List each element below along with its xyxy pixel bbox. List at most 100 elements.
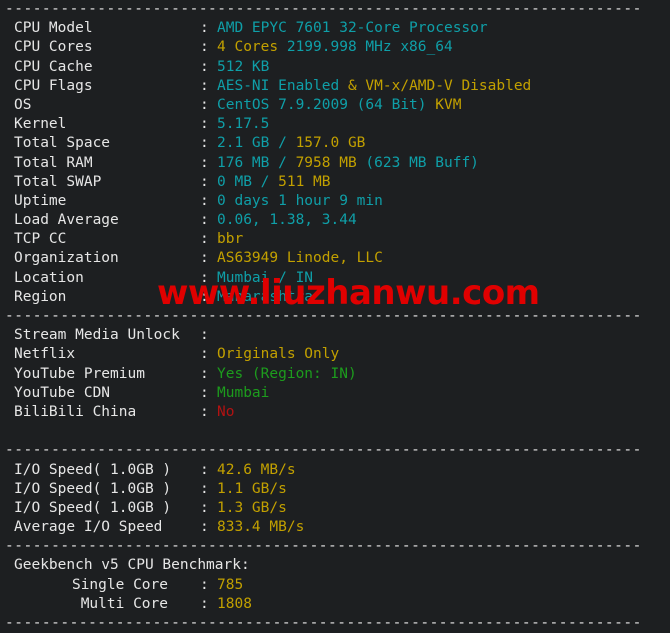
system-info-value: VM-x/AMD-V Disabled (365, 77, 532, 94)
row-colon: : (200, 154, 209, 171)
system-info-value: 7958 MB (295, 154, 357, 171)
system-info-value: Mumbai / IN (217, 269, 314, 286)
system-info-value: 2.1 GB / (217, 135, 296, 152)
row-colon: : (200, 116, 209, 133)
system-info-label: Load Average (14, 212, 119, 229)
system-info-label: TCP CC (14, 231, 67, 248)
separator-dashes: ----------------------------------------… (5, 538, 642, 555)
system-info-label: Organization (14, 250, 119, 267)
geekbench-heading: Geekbench v5 CPU Benchmark: (14, 557, 250, 574)
row-colon: : (200, 173, 209, 190)
system-info-value: 511 MB (278, 173, 331, 190)
row-colon: : (200, 77, 209, 94)
stream-unlock-label: BiliBili China (14, 403, 137, 420)
row-colon: : (200, 519, 209, 536)
geekbench-section: Geekbench v5 CPU Benchmark: Single Core:7… (0, 556, 670, 614)
system-info-label: Uptime (14, 192, 67, 209)
system-info-value: 0 days 1 hour 9 min (217, 192, 383, 209)
row-colon: : (200, 96, 209, 113)
row-colon: : (200, 288, 209, 305)
system-info-value: (623 MB Buff) (356, 154, 479, 171)
stream-unlock-value: Originals Only (217, 346, 340, 363)
stream-unlock-value: Mumbai (217, 384, 270, 401)
system-info-value: 512 KB (217, 58, 270, 75)
system-info-value: 176 MB / (217, 154, 296, 171)
system-info-value: 5.17.5 (217, 116, 270, 133)
system-info-label: CPU Model (14, 20, 93, 37)
row-colon: : (200, 269, 209, 286)
row-colon: : (200, 480, 209, 497)
stream-unlock-row: YouTube CDN: Mumbai (0, 384, 670, 403)
io-speed-value: 833.4 MB/s (217, 519, 305, 536)
row-colon: : (200, 250, 209, 267)
system-info-value: & (339, 77, 366, 94)
io-speed-row: Average I/O Speed:833.4 MB/s (0, 518, 670, 537)
stream-unlock-label: YouTube Premium (14, 365, 145, 382)
stream-unlock-row: Stream Media Unlock: (0, 326, 670, 345)
row-colon: : (200, 135, 209, 152)
geekbench-row: Single Core:785 (0, 576, 670, 595)
system-info-section: CPU Model: AMD EPYC 7601 32-Core Processo… (0, 19, 670, 307)
separator-dashes: ----------------------------------------… (5, 308, 642, 324)
system-info-label: Total Space (14, 135, 111, 152)
row-colon: : (200, 461, 209, 478)
system-info-row: Organization: AS63949 Linode, LLC (0, 249, 670, 268)
io-speed-row: I/O Speed( 1.0GB ):1.3 GB/s (0, 499, 670, 518)
stream-unlock-row: YouTube Premium: Yes (Region: IN) (0, 365, 670, 384)
row-colon: : (200, 192, 209, 209)
system-info-value: AMD EPYC 7601 32-Core Processor (217, 20, 488, 37)
separator-top: ----------------------------------------… (0, 0, 670, 19)
separator-bottom: ----------------------------------------… (0, 614, 670, 633)
system-info-label: Total SWAP (14, 173, 102, 190)
stream-unlock-label: Stream Media Unlock (14, 327, 180, 344)
system-info-value: AS63949 Linode, LLC (217, 250, 383, 267)
terminal-window: ----------------------------------------… (0, 0, 670, 631)
separator-dashes: ----------------------------------------… (5, 442, 642, 459)
geekbench-label: Multi Core (80, 595, 168, 612)
system-info-row: Total Space:2.1 GB / 157.0 GB (0, 134, 670, 153)
system-info-row: OS: CentOS 7.9.2009 (64 Bit) KVM (0, 96, 670, 115)
row-colon: : (200, 403, 209, 420)
io-speed-value: 1.1 GB/s (217, 480, 287, 497)
separator-io: ----------------------------------------… (0, 441, 670, 460)
system-info-label: CPU Flags (14, 77, 93, 94)
stream-unlock-section: Stream Media Unlock: Netflix: Originals On… (0, 326, 670, 422)
system-info-row: Location: Mumbai / IN (0, 269, 670, 288)
io-speed-value: 42.6 MB/s (217, 461, 296, 478)
separator-dashes: ----------------------------------------… (5, 615, 642, 631)
separator-dashes: ----------------------------------------… (5, 1, 642, 17)
geekbench-value: 1808 (217, 595, 252, 612)
system-info-row: Uptime:0 days 1 hour 9 min (0, 192, 670, 211)
system-info-value: KVM (426, 96, 462, 113)
system-info-label: CPU Cores (14, 39, 93, 56)
system-info-value: 2199.998 MHz x86_64 (278, 39, 453, 56)
system-info-label: Region (14, 288, 67, 305)
geekbench-value: 785 (217, 576, 244, 593)
stream-unlock-row: Netflix: Originals Only (0, 345, 670, 364)
system-info-row: Kernel:5.17.5 (0, 115, 670, 134)
row-colon: : (200, 384, 209, 401)
system-info-label: OS (14, 96, 32, 113)
system-info-row: Total RAM:176 MB / 7958 MB (623 MB Buff) (0, 154, 670, 173)
system-info-row: Load Average:0.06, 1.38, 3.44 (0, 211, 670, 230)
stream-unlock-value: Yes (Region: IN) (217, 365, 357, 382)
system-info-value: 4 Cores (217, 39, 279, 56)
io-speed-label: Average I/O Speed (14, 519, 163, 536)
stream-unlock-row: BiliBili China: No (0, 403, 670, 422)
io-speed-value: 1.3 GB/s (217, 499, 287, 516)
io-speed-label: I/O Speed( 1.0GB ) (14, 480, 172, 497)
system-info-label: Total RAM (14, 154, 93, 171)
row-colon: : (200, 346, 209, 363)
io-speed-label: I/O Speed( 1.0GB ) (14, 499, 172, 516)
system-info-label: CPU Cache (14, 58, 93, 75)
system-info-value: bbr (217, 231, 244, 248)
io-speed-section: I/O Speed( 1.0GB ):42.6 MB/s I/O Speed( 1… (0, 461, 670, 538)
separator-stream: ----------------------------------------… (0, 307, 670, 326)
row-colon: : (200, 327, 209, 344)
system-info-row: CPU Cache:512 KB (0, 58, 670, 77)
io-speed-row: I/O Speed( 1.0GB ):42.6 MB/s (0, 461, 670, 480)
row-colon: : (200, 499, 209, 516)
separator-geekbench: ----------------------------------------… (0, 537, 670, 556)
row-colon: : (200, 595, 209, 612)
